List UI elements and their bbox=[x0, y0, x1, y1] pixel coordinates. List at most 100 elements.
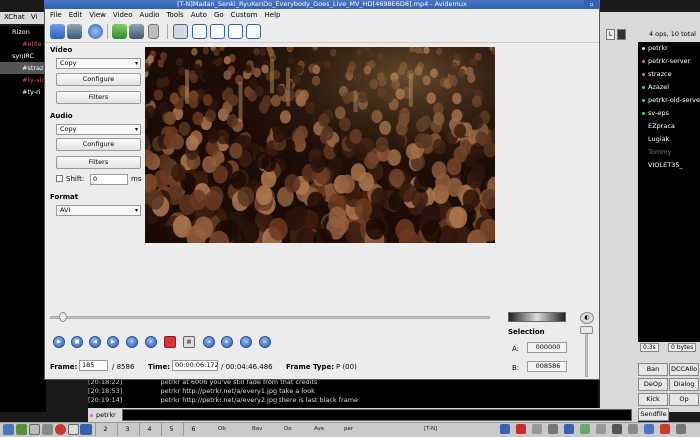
topic-mode-button[interactable]: L bbox=[606, 29, 615, 40]
user-list-item[interactable]: EZpraca bbox=[638, 120, 700, 133]
user-list-item[interactable]: Tommy bbox=[638, 146, 700, 159]
audio-codec-select[interactable]: Copy ▾ bbox=[56, 124, 141, 135]
menu-view[interactable]: View bbox=[89, 9, 106, 21]
network-item[interactable]: synIRC bbox=[0, 50, 46, 62]
volume-toggle-icon[interactable]: ◐ bbox=[580, 312, 594, 324]
tray-icon[interactable] bbox=[676, 424, 686, 434]
start-menu-icon[interactable] bbox=[3, 424, 14, 435]
nick-button[interactable]: petrkr bbox=[90, 409, 120, 421]
workspace-5[interactable]: 5 bbox=[161, 423, 181, 436]
volume-slider[interactable] bbox=[585, 327, 588, 377]
channel-item[interactable]: #straz bbox=[0, 62, 46, 74]
message-input[interactable] bbox=[122, 409, 632, 421]
xchat-menubar[interactable]: XChat Vi bbox=[0, 12, 46, 24]
xchat-menu-xchat[interactable]: XChat bbox=[4, 13, 25, 21]
user-list-item[interactable]: petrkr-old-serve bbox=[638, 94, 700, 107]
go-marker-a-icon[interactable]: ◂ bbox=[203, 336, 215, 348]
seek-handle[interactable] bbox=[58, 312, 67, 322]
preview-output-icon[interactable] bbox=[192, 24, 207, 39]
op-button[interactable]: Op bbox=[669, 393, 699, 406]
user-list-item[interactable]: petrkr-server bbox=[638, 55, 700, 68]
dialog-button[interactable]: Dialog bbox=[669, 378, 699, 391]
task-bav[interactable]: Bav bbox=[240, 424, 268, 435]
play-icon[interactable]: ▶ bbox=[53, 336, 65, 348]
save-audio-icon[interactable] bbox=[129, 24, 144, 39]
network-item[interactable]: Rizon bbox=[0, 26, 46, 38]
info-icon[interactable] bbox=[88, 24, 103, 39]
video-filters-button[interactable]: Filters bbox=[56, 91, 141, 104]
selection-a-field[interactable]: 000000 bbox=[527, 342, 567, 353]
monitor-launcher-icon[interactable] bbox=[29, 424, 40, 435]
ban-button[interactable]: Ban bbox=[638, 363, 668, 376]
time-input[interactable]: 00:00:06.172 bbox=[172, 360, 219, 371]
browser-launcher-icon[interactable] bbox=[55, 424, 66, 435]
tray-icon[interactable] bbox=[548, 424, 558, 434]
previous-frame-icon[interactable]: ◀ bbox=[89, 336, 101, 348]
window-close-icon[interactable]: ▫ bbox=[584, 0, 599, 9]
menu-help[interactable]: Help bbox=[265, 9, 281, 21]
save-video-icon[interactable] bbox=[112, 24, 127, 39]
previous-black-frame-icon[interactable]: ◃ bbox=[240, 336, 252, 348]
tray-icon[interactable] bbox=[516, 424, 526, 434]
channel-item[interactable]: #elite bbox=[0, 38, 46, 50]
chat-nick[interactable]: petrkr bbox=[156, 396, 180, 405]
chat-nick[interactable]: petrkr bbox=[156, 387, 180, 396]
user-list-item[interactable]: VIOLET35_ bbox=[638, 159, 700, 172]
tray-icon[interactable] bbox=[660, 424, 670, 434]
tray-icon[interactable] bbox=[596, 424, 606, 434]
next-frame-icon[interactable]: ▶ bbox=[107, 336, 119, 348]
tray-icon[interactable] bbox=[612, 424, 622, 434]
xchat-menu-view[interactable]: Vi bbox=[31, 13, 38, 21]
selection-b-field[interactable]: 008586 bbox=[527, 361, 567, 372]
calculator-icon[interactable] bbox=[148, 24, 159, 39]
marker-b-icon[interactable]: ▦ bbox=[183, 336, 195, 348]
video-configure-button[interactable]: Configure bbox=[56, 73, 141, 86]
dcc-button[interactable]: DCCAllo bbox=[669, 363, 699, 376]
menu-audio[interactable]: Audio bbox=[140, 9, 160, 21]
save-file-icon[interactable] bbox=[67, 24, 82, 39]
open-file-icon[interactable] bbox=[50, 24, 65, 39]
stop-icon[interactable]: ■ bbox=[71, 336, 83, 348]
workspace-2[interactable]: 2 bbox=[95, 423, 115, 436]
audio-configure-button[interactable]: Configure bbox=[56, 138, 141, 151]
audio-filters-button[interactable]: Filters bbox=[56, 156, 141, 169]
shift-checkbox[interactable] bbox=[56, 175, 63, 182]
user-list-item[interactable]: sv-eps bbox=[638, 107, 700, 120]
seek-slider[interactable] bbox=[50, 316, 490, 319]
user-list-item[interactable]: Azazel bbox=[638, 81, 700, 94]
user-list-item[interactable]: strazce bbox=[638, 68, 700, 81]
sendfile-button[interactable]: Sendfile bbox=[638, 408, 669, 421]
workspace-1-icon[interactable] bbox=[80, 424, 92, 435]
format-select[interactable]: AVI ▾ bbox=[56, 205, 141, 216]
menu-edit[interactable]: Edit bbox=[69, 9, 83, 21]
marker-a-icon[interactable] bbox=[164, 336, 176, 348]
video-codec-select[interactable]: Copy ▾ bbox=[56, 58, 141, 69]
user-list-item[interactable]: Lugiak bbox=[638, 133, 700, 146]
topic-toggle-button[interactable] bbox=[617, 29, 626, 40]
tray-icon[interactable] bbox=[564, 424, 574, 434]
task-per[interactable]: per bbox=[332, 424, 358, 435]
next-keyframe-icon[interactable]: » bbox=[145, 336, 157, 348]
preview-input-icon[interactable] bbox=[173, 24, 188, 39]
workspace-4[interactable]: 4 bbox=[139, 423, 159, 436]
task-avidemux[interactable]: [T-N] bbox=[412, 424, 442, 435]
menu-custom[interactable]: Custom bbox=[231, 9, 258, 21]
go-marker-b-icon[interactable]: ▸ bbox=[221, 336, 233, 348]
workspace-3[interactable]: 3 bbox=[117, 423, 137, 436]
difference-view-icon[interactable] bbox=[246, 24, 261, 39]
tray-icon[interactable] bbox=[532, 424, 542, 434]
volume-handle[interactable] bbox=[580, 326, 593, 334]
app-launcher-icon[interactable] bbox=[68, 424, 79, 435]
tray-icon[interactable] bbox=[580, 424, 590, 434]
top-bottom-icon[interactable] bbox=[228, 24, 243, 39]
shift-spinbox[interactable]: 0 bbox=[90, 174, 128, 185]
user-list-item[interactable]: petrkr bbox=[638, 42, 700, 55]
channel-item[interactable]: #ty-vid bbox=[0, 74, 46, 86]
user-list[interactable]: petrkr petrkr-server strazce Azazel petrkr-o… bbox=[638, 42, 700, 342]
task-openbox[interactable]: Ob bbox=[206, 424, 236, 435]
task-do[interactable]: Do bbox=[272, 424, 298, 435]
frame-input[interactable]: 185 bbox=[79, 360, 108, 371]
previous-keyframe-icon[interactable]: « bbox=[126, 336, 138, 348]
kick-button[interactable]: Kick bbox=[638, 393, 668, 406]
deop-button[interactable]: DeOp bbox=[638, 378, 668, 391]
